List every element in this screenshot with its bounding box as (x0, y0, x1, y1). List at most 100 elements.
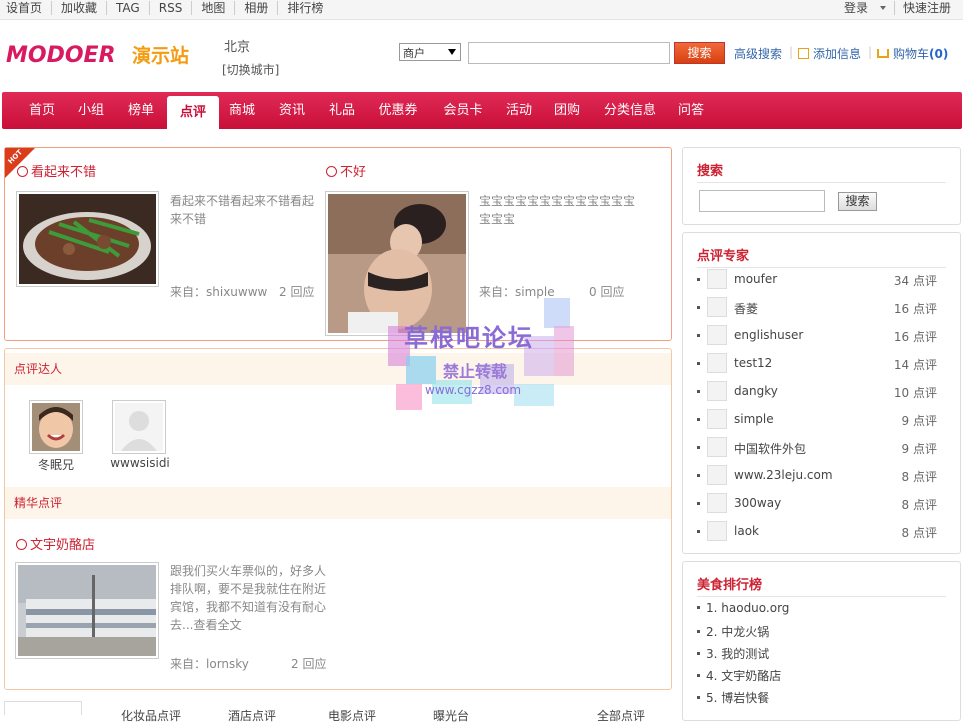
advanced-search-link[interactable]: 高级搜索 (734, 45, 782, 62)
avatar[interactable] (707, 521, 727, 541)
expert-row[interactable]: simple 9 点评 (697, 409, 947, 431)
expert-name[interactable]: laok (734, 524, 759, 538)
review-photo[interactable] (15, 562, 159, 659)
avatar[interactable] (707, 269, 727, 289)
avatar[interactable] (707, 325, 727, 345)
nav-member-card[interactable]: 会员卡 (432, 92, 494, 129)
cart-link[interactable]: 购物车(0) (877, 45, 948, 62)
switch-city-link[interactable]: [切换城市] (222, 61, 279, 78)
bullet (697, 696, 700, 699)
nav-gifts[interactable]: 礼品 (318, 92, 366, 129)
smile-icon (17, 166, 28, 177)
talent-username[interactable]: 冬眠兄 (21, 456, 91, 473)
expert-row[interactable]: 香菱 16 点评 (697, 297, 947, 319)
sidebar-search-button[interactable]: 搜索 (838, 192, 877, 211)
add-info-link[interactable]: 添加信息 (798, 45, 861, 62)
search-input[interactable] (468, 42, 670, 64)
review-replies[interactable]: 2 回应 (279, 283, 314, 300)
sidebar-search-title: 搜索 (697, 164, 724, 179)
sidebar-food-rank: 美食排行榜 1. haoduo.org 2. 中龙火锅 3. 我的测试 4. 文宇奶酪… (682, 561, 961, 721)
nav-events[interactable]: 活动 (495, 92, 543, 129)
expert-row[interactable]: 300way 8 点评 (697, 493, 947, 515)
expert-name[interactable]: 香菱 (734, 300, 758, 317)
expert-row[interactable]: www.23leju.com 8 点评 (697, 465, 947, 487)
default-avatar-icon (115, 403, 163, 451)
expert-name[interactable]: simple (734, 412, 774, 426)
rank-item[interactable]: 1. haoduo.org (697, 601, 789, 615)
avatar[interactable] (707, 493, 727, 513)
tab-hotel[interactable]: 酒店点评 (228, 707, 276, 724)
nav-lists[interactable]: 榜单 (116, 92, 166, 129)
search-type-select[interactable]: 商户 (399, 43, 461, 61)
avatar[interactable] (707, 409, 727, 429)
rank-item[interactable]: 4. 文宇奶酪店 (697, 667, 781, 684)
author-link[interactable]: shixuwww (206, 285, 267, 299)
sidebar-search-input[interactable] (699, 190, 825, 212)
nav-home[interactable]: 首页 (16, 92, 68, 129)
avatar[interactable] (707, 437, 727, 457)
author-link[interactable]: lornsky (206, 657, 249, 671)
from-label: 来自： (170, 657, 207, 671)
nav-mall[interactable]: 商城 (218, 92, 266, 129)
site-logo[interactable]: MODOER 演示站 (4, 34, 200, 74)
tab-active[interactable] (4, 701, 82, 715)
search-button[interactable]: 搜索 (674, 42, 725, 64)
expert-name[interactable]: 300way (734, 496, 781, 510)
from-label: 来自： (170, 285, 207, 299)
link-album[interactable]: 相册 (234, 1, 277, 15)
expert-row[interactable]: laok 8 点评 (697, 521, 947, 543)
review-title[interactable]: 文宇奶酪店 (16, 534, 95, 553)
expert-name[interactable]: dangky (734, 384, 778, 398)
expert-row[interactable]: englishuser 16 点评 (697, 325, 947, 347)
review-title[interactable]: 不好 (326, 161, 366, 180)
link-map[interactable]: 地图 (191, 1, 234, 15)
link-tag[interactable]: TAG (106, 1, 149, 15)
nav-classifieds[interactable]: 分类信息 (594, 92, 666, 129)
review-count: 8 点评 (901, 526, 937, 540)
header: MODOER 演示站 北京 [切换城市] 商户 搜索 高级搜索 | 添加信息 |… (0, 20, 963, 90)
nav-reviews[interactable]: 点评 (167, 96, 219, 129)
category-tabs: 化妆品点评 酒店点评 电影点评 曝光台 全部点评 (4, 701, 672, 723)
link-rss[interactable]: RSS (148, 1, 192, 15)
account-links: 登录 快速注册 (828, 1, 959, 15)
avatar[interactable] (707, 465, 727, 485)
review-replies[interactable]: 2 回应 (291, 655, 326, 672)
nav-groupbuy[interactable]: 团购 (543, 92, 591, 129)
nav-news[interactable]: 资讯 (268, 92, 316, 129)
expert-name[interactable]: www.23leju.com (734, 468, 833, 482)
rank-item[interactable]: 2. 中龙火锅 (697, 623, 769, 640)
rank-item[interactable]: 5. 博岩快餐 (697, 689, 769, 706)
register-link[interactable]: 快速注册 (893, 1, 959, 15)
expert-row[interactable]: 中国软件外包 9 点评 (697, 437, 947, 459)
link-add-favorite[interactable]: 加收藏 (51, 1, 106, 15)
avatar[interactable] (707, 353, 727, 373)
expert-name[interactable]: 中国软件外包 (734, 440, 806, 457)
rank-item[interactable]: 3. 我的测试 (697, 645, 769, 662)
nav-qa[interactable]: 问答 (668, 92, 714, 129)
avatar[interactable] (707, 381, 727, 401)
expert-name[interactable]: test12 (734, 356, 772, 370)
review-photo[interactable] (16, 191, 159, 287)
nav-coupons[interactable]: 优惠券 (368, 92, 428, 129)
expert-row[interactable]: moufer 34 点评 (697, 269, 947, 291)
expert-name[interactable]: moufer (734, 272, 777, 286)
read-more-link[interactable]: 查看全文 (193, 618, 241, 632)
expert-name[interactable]: englishuser (734, 328, 803, 342)
review-title[interactable]: 看起来不错 (17, 161, 96, 180)
search-type-value: 商户 (403, 47, 425, 60)
tab-exposure[interactable]: 曝光台 (433, 707, 469, 724)
nav-groups[interactable]: 小组 (68, 92, 114, 129)
avatar[interactable] (29, 400, 83, 454)
expert-row[interactable]: dangky 10 点评 (697, 381, 947, 403)
review-replies[interactable]: 0 回应 (589, 283, 624, 300)
tab-cosmetics[interactable]: 化妆品点评 (121, 707, 181, 724)
tab-all-reviews[interactable]: 全部点评 (597, 707, 645, 724)
tab-movie[interactable]: 电影点评 (328, 707, 376, 724)
link-set-home[interactable]: 设首页 (6, 1, 51, 15)
talent-username[interactable]: wwwsisidi (105, 456, 175, 470)
avatar[interactable] (112, 400, 166, 454)
expert-row[interactable]: test12 14 点评 (697, 353, 947, 375)
avatar[interactable] (707, 297, 727, 317)
link-ranking[interactable]: 排行榜 (277, 1, 332, 15)
login-menu[interactable]: 登录 (828, 1, 894, 15)
